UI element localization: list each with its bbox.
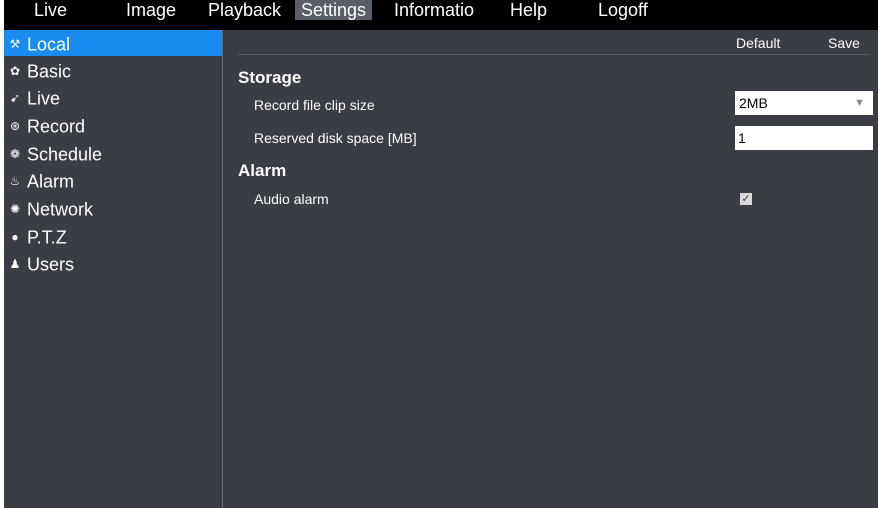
- sidebar-item-label: Local: [27, 34, 71, 55]
- audio-alarm-label: Audio alarm: [254, 191, 329, 207]
- alarm-section-title: Alarm: [238, 161, 287, 180]
- sidebar-item-basic[interactable]: ✿ Basic: [4, 57, 222, 83]
- ptz-icon: ●: [11, 230, 19, 245]
- tab-logoff[interactable]: Logoff: [592, 0, 654, 20]
- tools-icon: ⚒: [9, 37, 21, 52]
- sidebar-item-local[interactable]: ⚒ Local: [4, 30, 222, 56]
- chevron-down-icon: ▼: [854, 97, 865, 109]
- clip-size-value: 2MB: [739, 95, 768, 111]
- sidebar-item-label: Alarm: [27, 171, 75, 192]
- tab-playback[interactable]: Playback: [202, 0, 287, 20]
- tab-image[interactable]: Image: [120, 0, 182, 20]
- sidebar-item-label: Users: [27, 254, 75, 275]
- tab-information[interactable]: Informatio: [388, 0, 480, 20]
- checkmark-icon: ✓: [741, 193, 751, 205]
- app-frame: Live Image Playback Settings Informatio …: [4, 0, 878, 508]
- reserved-disk-label: Reserved disk space [MB]: [254, 130, 417, 146]
- record-icon: ⊛: [9, 119, 21, 134]
- eye-icon: ➹: [9, 91, 21, 106]
- sidebar-item-label: Basic: [27, 61, 72, 82]
- network-icon: ✺: [9, 202, 21, 217]
- tab-help[interactable]: Help: [504, 0, 553, 20]
- settings-sidebar: ⚒ Local ✿ Basic ➹ Live ⊛ Record ❁ Schedule ♨ A…: [4, 30, 223, 508]
- tab-live[interactable]: Live: [28, 0, 73, 20]
- settings-panel: Default Save Storage Record file clip si…: [223, 30, 878, 508]
- sidebar-item-alarm[interactable]: ♨ Alarm: [4, 167, 222, 193]
- tab-settings[interactable]: Settings: [295, 0, 373, 20]
- sidebar-item-label: P.T.Z: [27, 227, 67, 248]
- sidebar-item-label: Record: [27, 116, 86, 137]
- sidebar-item-label: Network: [27, 199, 94, 220]
- sidebar-item-users[interactable]: ♟ Users: [4, 250, 222, 276]
- default-button[interactable]: Default: [736, 32, 780, 54]
- top-menu-bar: Live Image Playback Settings Informatio …: [4, 0, 878, 30]
- gear-icon: ✿: [9, 64, 21, 79]
- storage-section-title: Storage: [238, 68, 302, 87]
- sidebar-item-live[interactable]: ➹ Live: [4, 84, 222, 110]
- clip-size-label: Record file clip size: [254, 97, 375, 113]
- save-button[interactable]: Save: [828, 32, 860, 54]
- sidebar-item-network[interactable]: ✺ Network: [4, 195, 222, 221]
- reserved-disk-input[interactable]: [735, 126, 873, 150]
- users-icon: ♟: [9, 257, 21, 272]
- sidebar-item-ptz[interactable]: ● P.T.Z: [4, 223, 222, 249]
- sidebar-item-label: Live: [27, 88, 61, 109]
- sidebar-item-record[interactable]: ⊛ Record: [4, 112, 222, 138]
- sidebar-item-label: Schedule: [27, 144, 103, 165]
- alarm-icon: ♨: [9, 174, 21, 189]
- schedule-icon: ❁: [9, 147, 21, 162]
- audio-alarm-checkbox[interactable]: ✓: [740, 193, 752, 205]
- toolbar-divider: [238, 54, 870, 55]
- clip-size-select[interactable]: 2MB ▼: [735, 91, 873, 115]
- sidebar-item-schedule[interactable]: ❁ Schedule: [4, 140, 222, 166]
